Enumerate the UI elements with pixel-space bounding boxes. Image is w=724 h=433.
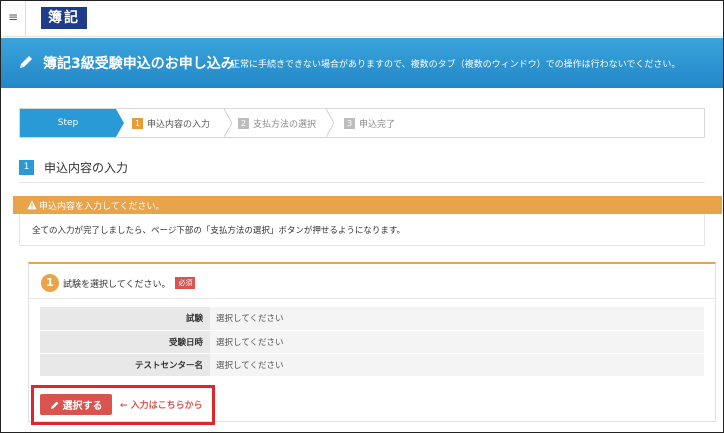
row-value-datetime: 選択してください bbox=[210, 330, 704, 354]
card-divider bbox=[29, 298, 715, 299]
warning-text: 申込内容を入力してください。 bbox=[39, 202, 165, 212]
card-header: 1 試験を選択してください。 必須 bbox=[41, 274, 196, 292]
chevron-right-icon bbox=[224, 109, 232, 137]
step-item-payment: 2 支払方法の選択 bbox=[238, 109, 316, 137]
table-row: 試験 選択してください bbox=[40, 307, 704, 331]
warning-icon bbox=[27, 200, 37, 210]
step-label: 申込内容の入力 bbox=[147, 119, 211, 130]
table-row: 受験日時 選択してください bbox=[40, 330, 704, 354]
row-value-test-center: 選択してください bbox=[210, 353, 704, 377]
step-number: 3 bbox=[344, 117, 355, 129]
chevron-right-icon bbox=[326, 109, 334, 137]
page-title: 簿記3級受験申込のお申し込み bbox=[43, 56, 235, 72]
info-box: 全ての入力が完了しましたら、ページ下部の「支払方法の選択」ボタンが押せるようにな… bbox=[19, 214, 705, 246]
step-progress-bar: Step 1 申込内容の入力 2 支払方法の選択 3 申込完了 bbox=[19, 108, 705, 138]
required-badge: 必須 bbox=[175, 277, 196, 289]
banner-notice: 正常に手続きできない場合がありますので、複数のタブ（複数のウィンドウ）での操作は… bbox=[231, 60, 681, 70]
card-title: 試験を選択してください。 bbox=[63, 279, 171, 290]
page-banner: 簿記3級受験申込のお申し込み 正常に手続きできない場合がありますので、複数のタブ… bbox=[1, 38, 723, 88]
exam-info-table: 試験 選択してください 受験日時 選択してください テストセンター名 選択してく… bbox=[40, 307, 704, 377]
pencil-icon bbox=[20, 56, 32, 68]
pencil-icon bbox=[50, 401, 58, 409]
step-header: Step bbox=[20, 109, 116, 137]
topbar-divider bbox=[25, 1, 26, 36]
step-number: 2 bbox=[238, 117, 249, 129]
step-label: 支払方法の選択 bbox=[253, 119, 317, 130]
section-heading: 1 申込内容の入力 bbox=[19, 158, 128, 176]
logo[interactable]: 簿記 bbox=[41, 7, 87, 29]
step-arrow-icon bbox=[116, 109, 124, 137]
hamburger-icon[interactable]: ≡ bbox=[5, 9, 21, 25]
select-button-label: 選択する bbox=[62, 401, 103, 412]
warning-alert: 申込内容を入力してください。 bbox=[13, 196, 722, 214]
card-number: 1 bbox=[41, 274, 59, 292]
step-number: 1 bbox=[132, 117, 143, 129]
section-number: 1 bbox=[19, 159, 34, 175]
step-item-complete: 3 申込完了 bbox=[344, 109, 395, 137]
info-text: 全ての入力が完了しましたら、ページ下部の「支払方法の選択」ボタンが押せるようにな… bbox=[32, 226, 405, 236]
section-divider bbox=[19, 182, 705, 183]
row-value-exam: 選択してください bbox=[210, 307, 704, 331]
step-item-input: 1 申込内容の入力 bbox=[132, 109, 210, 137]
step-label: 申込完了 bbox=[359, 119, 396, 130]
input-here-link[interactable]: ← 入力はこちらから bbox=[120, 398, 203, 411]
section-title: 申込内容の入力 bbox=[44, 160, 129, 175]
row-label-datetime: 受験日時 bbox=[40, 330, 210, 354]
row-label-exam: 試験 bbox=[40, 307, 210, 331]
top-bar: ≡ 簿記 bbox=[1, 1, 723, 37]
table-row: テストセンター名 選択してください bbox=[40, 353, 704, 377]
row-label-test-center: テストセンター名 bbox=[40, 353, 210, 377]
select-button[interactable]: 選択する bbox=[40, 394, 112, 415]
